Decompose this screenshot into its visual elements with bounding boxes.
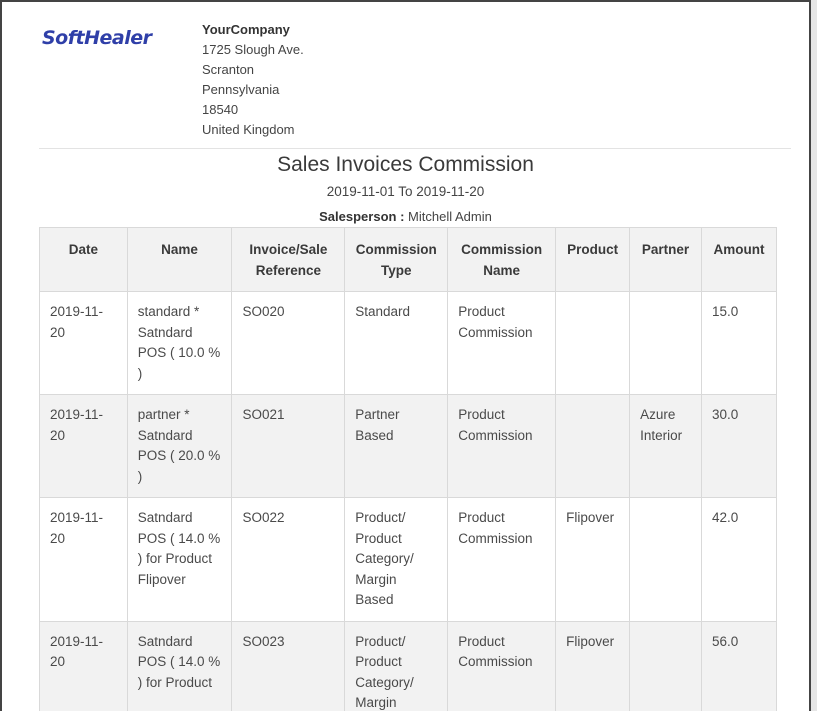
page-shadow bbox=[811, 0, 817, 711]
cell-name: standard * Satndard POS ( 10.0 % ) bbox=[126, 291, 233, 395]
column-header-commission-type: Commission Type bbox=[344, 227, 449, 292]
cell-reference: SO022 bbox=[231, 497, 346, 622]
table-row: 2019-11-20 Satndard POS ( 14.0 % ) for P… bbox=[39, 497, 777, 622]
cell-commission-type: Product/ Product Category/ Margin Based bbox=[344, 497, 449, 622]
cell-amount: 15.0 bbox=[701, 291, 777, 395]
cell-reference: SO020 bbox=[231, 291, 346, 395]
cell-product bbox=[555, 394, 631, 498]
header-divider bbox=[39, 148, 791, 149]
cell-commission-name: Product Commission bbox=[447, 291, 557, 395]
cell-amount: 56.0 bbox=[701, 620, 777, 711]
company-name: YourCompany bbox=[202, 22, 290, 37]
table-row: 2019-11-20 standard * Satndard POS ( 10.… bbox=[39, 291, 777, 395]
cell-commission-name: Product Commission bbox=[447, 497, 557, 622]
address-line: 1725 Slough Ave. bbox=[202, 42, 304, 57]
cell-product bbox=[555, 291, 631, 395]
cell-date: 2019-11-20 bbox=[39, 620, 128, 711]
salesperson-label: Salesperson : bbox=[319, 209, 405, 224]
column-header-commission-name: Commission Name bbox=[447, 227, 557, 292]
cell-commission-name: Product Commission bbox=[447, 394, 557, 498]
page-border-left bbox=[0, 0, 2, 711]
cell-amount: 42.0 bbox=[701, 497, 777, 622]
page-border-top bbox=[0, 0, 811, 2]
logo-text: SoftHealer bbox=[42, 27, 152, 49]
cell-amount: 30.0 bbox=[701, 394, 777, 498]
address-line: Scranton bbox=[202, 62, 255, 77]
address-line: 18540 bbox=[202, 102, 239, 117]
commission-table: Date Name Invoice/Sale Reference Commiss… bbox=[39, 227, 777, 711]
table-row: 2019-11-20 partner * Satndard POS ( 20.0… bbox=[39, 394, 777, 498]
cell-name: Satndard POS ( 14.0 % ) for Product Flip… bbox=[126, 497, 233, 622]
column-header-partner: Partner bbox=[629, 227, 702, 292]
report-title: Sales Invoices Commission bbox=[277, 153, 534, 176]
salesperson-name: Mitchell Admin bbox=[408, 209, 492, 224]
column-header-product: Product bbox=[555, 227, 631, 292]
cell-partner: Azure Interior bbox=[629, 394, 702, 498]
cell-name: Satndard POS ( 14.0 % ) for Product bbox=[126, 620, 233, 711]
cell-partner bbox=[629, 497, 702, 622]
column-header-date: Date bbox=[39, 227, 128, 292]
address-line: Pennsylvania bbox=[202, 82, 280, 97]
column-header-amount: Amount bbox=[701, 227, 777, 292]
cell-partner bbox=[629, 291, 702, 395]
cell-date: 2019-11-20 bbox=[39, 291, 128, 395]
cell-date: 2019-11-20 bbox=[39, 497, 128, 622]
cell-commission-type: Standard bbox=[344, 291, 449, 395]
cell-product: Flipover bbox=[555, 497, 631, 622]
cell-date: 2019-11-20 bbox=[39, 394, 128, 498]
address-line: United Kingdom bbox=[202, 122, 295, 137]
salesperson-line: Salesperson : Mitchell Admin bbox=[0, 207, 811, 227]
report-date-range: 2019-11-01 To 2019-11-20 bbox=[326, 184, 485, 199]
company-address: YourCompany 1725 Slough Ave. Scranton Pe… bbox=[202, 20, 304, 140]
table-header-row: Date Name Invoice/Sale Reference Commiss… bbox=[39, 227, 777, 292]
cell-reference: SO023 bbox=[231, 620, 346, 711]
column-header-name: Name bbox=[126, 227, 233, 292]
cell-commission-type: Partner Based bbox=[344, 394, 449, 498]
cell-commission-type: Product/ Product Category/ Margin bbox=[344, 620, 449, 711]
cell-product: Flipover bbox=[555, 620, 631, 711]
company-logo: SoftHealer bbox=[42, 26, 174, 50]
table-row: 2019-11-20 Satndard POS ( 14.0 % ) for P… bbox=[39, 620, 777, 711]
cell-reference: SO021 bbox=[231, 394, 346, 498]
cell-commission-name: Product Commission bbox=[447, 620, 557, 711]
column-header-reference: Invoice/Sale Reference bbox=[231, 227, 346, 292]
cell-name: partner * Satndard POS ( 20.0 % ) bbox=[126, 394, 233, 498]
cell-partner bbox=[629, 620, 702, 711]
